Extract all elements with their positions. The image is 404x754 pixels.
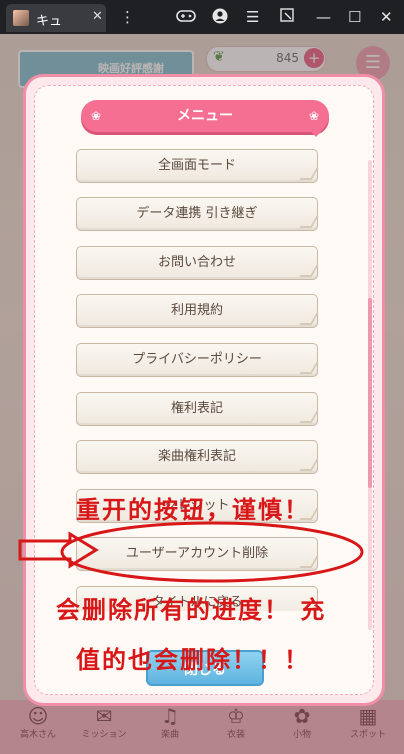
app-tab[interactable]: キュ ✕ — [6, 4, 106, 32]
speech-tail — [308, 128, 324, 137]
menu-item-song-rights[interactable]: 楽曲権利表記 — [76, 440, 319, 474]
menu-scrollbar[interactable] — [368, 160, 372, 630]
resize-icon[interactable] — [280, 8, 294, 26]
menu-item-data-transfer[interactable]: データ連携 引き継ぎ — [76, 197, 319, 231]
menu-item-terms[interactable]: 利用規約 — [76, 294, 319, 328]
minimize-icon[interactable]: — — [316, 8, 331, 26]
account-icon[interactable] — [212, 8, 228, 28]
annotation-line-1: 重开的按钮，谨慎！ — [76, 495, 310, 524]
menu-item-label: 全画面モード — [157, 158, 236, 173]
maximize-icon[interactable]: ☐ — [348, 8, 361, 26]
gamepad-icon[interactable] — [176, 8, 196, 28]
annotation-line-3: 值的也会删除！！！ — [76, 645, 310, 674]
menu-item-label: 楽曲権利表記 — [157, 449, 236, 464]
scrollbar-thumb[interactable] — [368, 298, 372, 488]
menu-item-label: データ連携 引き継ぎ — [136, 206, 258, 221]
paw-icon: ❀ — [91, 109, 102, 123]
menu-item-label: ユーザーアカウント削除 — [125, 546, 269, 561]
tab-title: キュ — [36, 14, 63, 29]
menu-item-label: 権利表記 — [170, 401, 223, 416]
app-thumbnail-icon — [13, 10, 29, 26]
more-options-icon[interactable]: ⋮ — [120, 8, 135, 26]
menu-item-rights[interactable]: 権利表記 — [76, 392, 319, 426]
menu-title-text: メニュー — [177, 108, 233, 124]
menu-item-delete-account[interactable]: ユーザーアカウント削除 — [76, 537, 319, 571]
tab-close-icon[interactable]: ✕ — [92, 9, 103, 24]
menu-icon[interactable]: ☰ — [246, 8, 259, 26]
menu-item-fullscreen[interactable]: 全画面モード — [76, 149, 319, 183]
menu-item-contact[interactable]: お問い合わせ — [76, 246, 319, 280]
menu-item-privacy[interactable]: プライバシーポリシー — [76, 343, 319, 377]
menu-list[interactable]: 全画面モード データ連携 引き継ぎ お問い合わせ 利用規約 プライバシーポリシー… — [26, 139, 370, 611]
window-close-icon[interactable]: ✕ — [380, 8, 393, 26]
menu-item-label: プライバシーポリシー — [132, 352, 262, 367]
emulator-title-bar: キュ ✕ ⋮ ☰ — ☐ ✕ — [0, 0, 404, 34]
menu-item-label: 利用規約 — [170, 303, 223, 318]
menu-title: ❀ メニュー ❀ — [81, 100, 329, 132]
menu-item-label: お問い合わせ — [157, 255, 236, 270]
annotation-line-2: 会删除所有的进度！ 充 — [56, 595, 327, 624]
